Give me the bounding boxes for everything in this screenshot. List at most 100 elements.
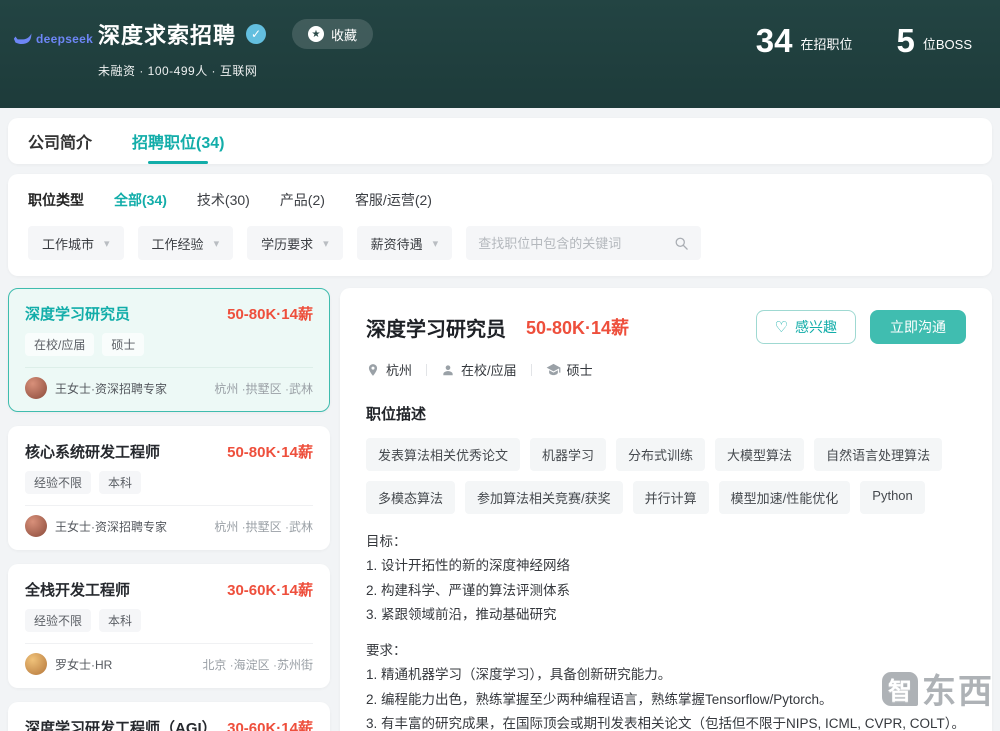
graduation-cap-icon	[546, 362, 561, 377]
stat-boss-label: 位BOSS	[923, 34, 972, 57]
description-line: 2. 编程能力出色，熟练掌握至少两种编程语言，熟练掌握Tensorflow/Py…	[366, 688, 966, 712]
stat-positions-value: 34	[756, 24, 793, 57]
interest-button[interactable]: ♡ 感兴趣	[756, 310, 856, 344]
job-type-label: 职位类型	[28, 190, 84, 210]
tab-bar: 公司简介 招聘职位(34)	[8, 118, 992, 164]
company-header: deepseek 深度求索招聘 ✓ ★ 收藏 未融资 · 100-499人 · …	[0, 0, 1000, 108]
detail-city: 杭州	[386, 360, 412, 379]
filter-section: 职位类型 全部(34) 技术(30) 产品(2) 客服/运营(2) 工作城市 工…	[8, 174, 992, 276]
job-tag: 本科	[99, 471, 141, 494]
description-line: 1. 设计开拓性的新的深度神经网络	[366, 554, 966, 578]
job-type-ops[interactable]: 客服/运营(2)	[355, 190, 432, 210]
job-detail-panel: 深度学习研究员 50-80K·14薪 ♡ 感兴趣 立即沟通 杭州	[340, 288, 992, 731]
recruiter-avatar	[25, 377, 47, 399]
job-title: 全栈开发工程师	[25, 579, 130, 600]
job-tag: 经验不限	[25, 471, 91, 494]
job-title: 核心系统研发工程师	[25, 441, 160, 462]
description-line: 3. 紧跟领域前沿，推动基础研究	[366, 603, 966, 627]
filter-dropdown-label: 学历要求	[261, 234, 313, 253]
keyword-tags: 发表算法相关优秀论文 机器学习 分布式训练 大模型算法 自然语言处理算法 多模态…	[366, 438, 966, 514]
description-line: 要求：	[366, 639, 966, 663]
verified-badge-icon: ✓	[246, 24, 266, 44]
interest-button-label: 感兴趣	[795, 317, 837, 337]
search-icon	[674, 236, 689, 251]
divider	[426, 364, 427, 376]
keyword-tag: 机器学习	[530, 438, 606, 471]
filter-dropdown[interactable]: 工作城市	[28, 226, 124, 260]
job-tag: 硕士	[102, 333, 144, 356]
tab-company-intro[interactable]: 公司简介	[28, 118, 92, 164]
stat-boss-count: 5 位BOSS	[897, 24, 972, 57]
job-location: 杭州 ·拱墅区 ·武林	[214, 518, 313, 535]
person-icon	[441, 363, 455, 377]
whale-icon	[12, 32, 32, 46]
detail-experience: 在校/应届	[461, 360, 517, 379]
stat-open-positions: 34 在招职位	[756, 24, 853, 57]
job-tag: 在校/应届	[25, 333, 94, 356]
description-line: 3. 有丰富的研究成果，在国际顶会或期刊发表相关论文（包括但不限于NIPS, I…	[366, 712, 966, 731]
filter-dropdown-label: 工作经验	[152, 234, 204, 253]
job-salary: 50-80K·14薪	[227, 441, 313, 462]
detail-meta: 杭州 在校/应届 硕士	[366, 360, 966, 379]
keyword-search[interactable]	[466, 226, 701, 260]
job-card[interactable]: 深度学习研究员 50-80K·14薪 在校/应届 硕士 王女士·资深招聘专家 杭…	[8, 288, 330, 412]
keyword-tag: 多模态算法	[366, 481, 455, 514]
keyword-tag: 分布式训练	[616, 438, 705, 471]
job-salary: 30-60K·14薪	[227, 717, 313, 731]
company-name: 深度求索招聘	[98, 18, 236, 50]
description-line: 1. 精通机器学习（深度学习），具备创新研究能力。	[366, 663, 966, 687]
job-title: 深度学习研究员	[25, 303, 130, 324]
description-line: 目标：	[366, 530, 966, 554]
divider	[531, 364, 532, 376]
stat-boss-value: 5	[897, 24, 915, 57]
job-list: 深度学习研究员 50-80K·14薪 在校/应届 硕士 王女士·资深招聘专家 杭…	[8, 288, 330, 731]
job-salary: 50-80K·14薪	[227, 303, 313, 324]
job-location: 杭州 ·拱墅区 ·武林	[214, 380, 313, 397]
detail-job-title: 深度学习研究员	[366, 313, 506, 342]
chat-button[interactable]: 立即沟通	[870, 310, 966, 344]
stat-positions-label: 在招职位	[801, 34, 853, 57]
job-type-product[interactable]: 产品(2)	[280, 190, 325, 210]
filter-dropdown-label: 工作城市	[42, 234, 94, 253]
job-salary: 30-60K·14薪	[227, 579, 313, 600]
detail-salary: 50-80K·14薪	[526, 314, 629, 340]
job-description-body: 目标： 1. 设计开拓性的新的深度神经网络 2. 构建科学、严谨的算法评测体系 …	[366, 530, 966, 731]
description-line	[366, 627, 966, 639]
recruiter-name: 罗女士·HR	[55, 656, 112, 673]
job-tag: 经验不限	[25, 609, 91, 632]
tab-open-jobs[interactable]: 招聘职位(34)	[132, 118, 224, 164]
star-icon: ★	[308, 26, 324, 42]
recruiter-name: 王女士·资深招聘专家	[55, 380, 167, 397]
job-tag: 本科	[99, 609, 141, 632]
keyword-tag: 大模型算法	[715, 438, 804, 471]
recruiter-avatar	[25, 515, 47, 537]
job-location: 北京 ·海淀区 ·苏州街	[202, 656, 313, 673]
heart-icon: ♡	[775, 320, 788, 335]
description-line: 2. 构建科学、严谨的算法评测体系	[366, 579, 966, 603]
job-description-heading: 职位描述	[366, 403, 966, 424]
job-type-all[interactable]: 全部(34)	[114, 190, 167, 210]
filter-dropdown[interactable]: 工作经验	[138, 226, 234, 260]
favorite-button[interactable]: ★ 收藏	[292, 19, 373, 49]
keyword-tag: 参加算法相关竞赛/获奖	[465, 481, 623, 514]
recruiter-name: 王女士·资深招聘专家	[55, 518, 167, 535]
job-card[interactable]: 核心系统研发工程师 50-80K·14薪 经验不限 本科 王女士·资深招聘专家 …	[8, 426, 330, 550]
detail-education: 硕士	[567, 360, 593, 379]
page: deepseek 深度求索招聘 ✓ ★ 收藏 未融资 · 100-499人 · …	[0, 0, 1000, 731]
favorite-label: 收藏	[331, 25, 357, 44]
logo-text: deepseek	[36, 32, 93, 46]
filter-dropdown[interactable]: 薪资待遇	[357, 226, 453, 260]
job-title: 深度学习研发工程师（AGI）	[25, 717, 217, 731]
location-pin-icon	[366, 363, 380, 377]
job-card[interactable]: 深度学习研发工程师（AGI） 30-60K·14薪 经验不限 本科 罗女士·HR…	[8, 702, 330, 731]
job-type-tech[interactable]: 技术(30)	[197, 190, 250, 210]
company-meta: 未融资 · 100-499人 · 互联网	[98, 62, 373, 79]
keyword-tag: 发表算法相关优秀论文	[366, 438, 520, 471]
search-input[interactable]	[478, 236, 674, 251]
keyword-tag: 并行计算	[633, 481, 709, 514]
filter-dropdown[interactable]: 学历要求	[247, 226, 343, 260]
keyword-tag: 模型加速/性能优化	[719, 481, 851, 514]
deepseek-logo: deepseek	[12, 32, 84, 46]
job-card[interactable]: 全栈开发工程师 30-60K·14薪 经验不限 本科 罗女士·HR 北京 ·海淀…	[8, 564, 330, 688]
recruiter-avatar	[25, 653, 47, 675]
